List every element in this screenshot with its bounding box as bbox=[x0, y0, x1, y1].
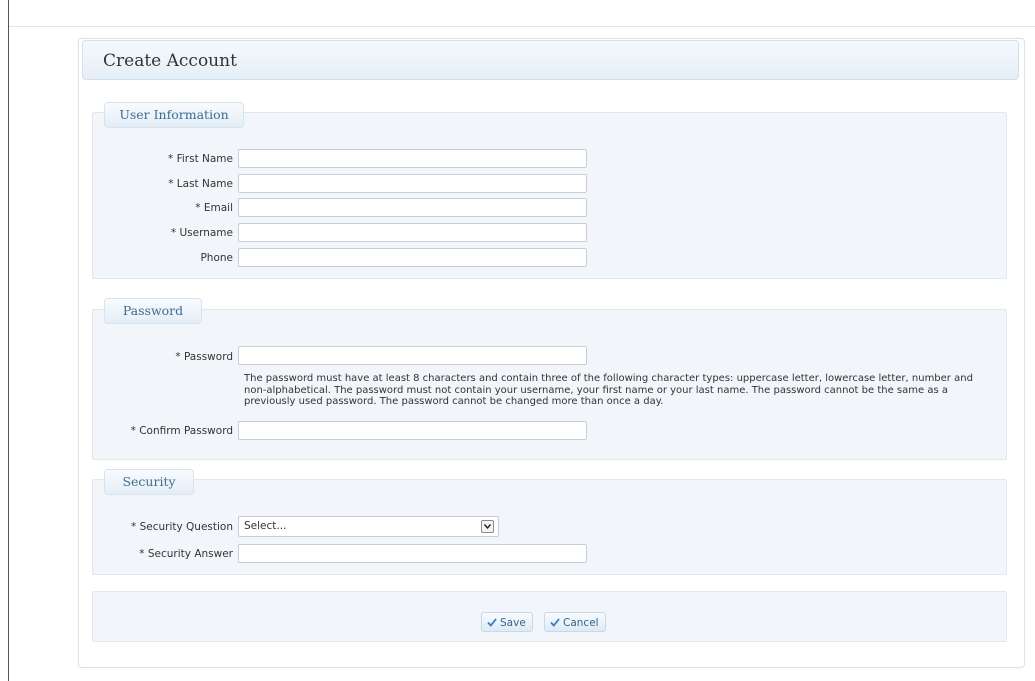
save-button[interactable]: Save bbox=[481, 612, 533, 632]
first-name-field[interactable] bbox=[238, 149, 587, 168]
last-name-label: * Last Name bbox=[168, 178, 233, 190]
cancel-button-label: Cancel bbox=[563, 617, 599, 629]
first-name-label: * First Name bbox=[168, 153, 233, 165]
security-question-label: * Security Question bbox=[130, 521, 233, 533]
phone-label: Phone bbox=[200, 252, 233, 264]
username-field[interactable] bbox=[238, 223, 587, 242]
checkmark-icon bbox=[487, 617, 497, 627]
security-answer-label: * Security Answer bbox=[139, 548, 233, 560]
password-legend: Password bbox=[104, 298, 202, 324]
confirm-password-label: * Confirm Password bbox=[130, 425, 233, 437]
panel-header: Create Account bbox=[82, 40, 1019, 80]
security-answer-field[interactable] bbox=[238, 544, 587, 563]
security-question-select[interactable]: Select... bbox=[238, 516, 499, 537]
security-question-value: Select... bbox=[244, 520, 287, 532]
checkmark-icon bbox=[550, 617, 560, 627]
page-title: Create Account bbox=[103, 51, 237, 71]
username-label: * Username bbox=[170, 227, 233, 239]
email-label: * Email bbox=[195, 202, 233, 214]
phone-field[interactable] bbox=[238, 248, 587, 267]
password-help-text: The password must have at least 8 charac… bbox=[244, 373, 973, 407]
user-information-legend: User Information bbox=[104, 102, 244, 128]
confirm-password-field[interactable] bbox=[238, 421, 587, 440]
window-left-border bbox=[8, 0, 9, 681]
window-top-border bbox=[9, 26, 1035, 27]
email-field[interactable] bbox=[238, 198, 587, 217]
chevron-down-icon[interactable] bbox=[481, 520, 494, 533]
save-button-label: Save bbox=[500, 617, 526, 629]
cancel-button[interactable]: Cancel bbox=[544, 612, 606, 632]
password-field[interactable] bbox=[238, 346, 587, 365]
security-legend: Security bbox=[104, 469, 194, 495]
password-label: * Password bbox=[175, 351, 233, 363]
last-name-field[interactable] bbox=[238, 174, 587, 193]
